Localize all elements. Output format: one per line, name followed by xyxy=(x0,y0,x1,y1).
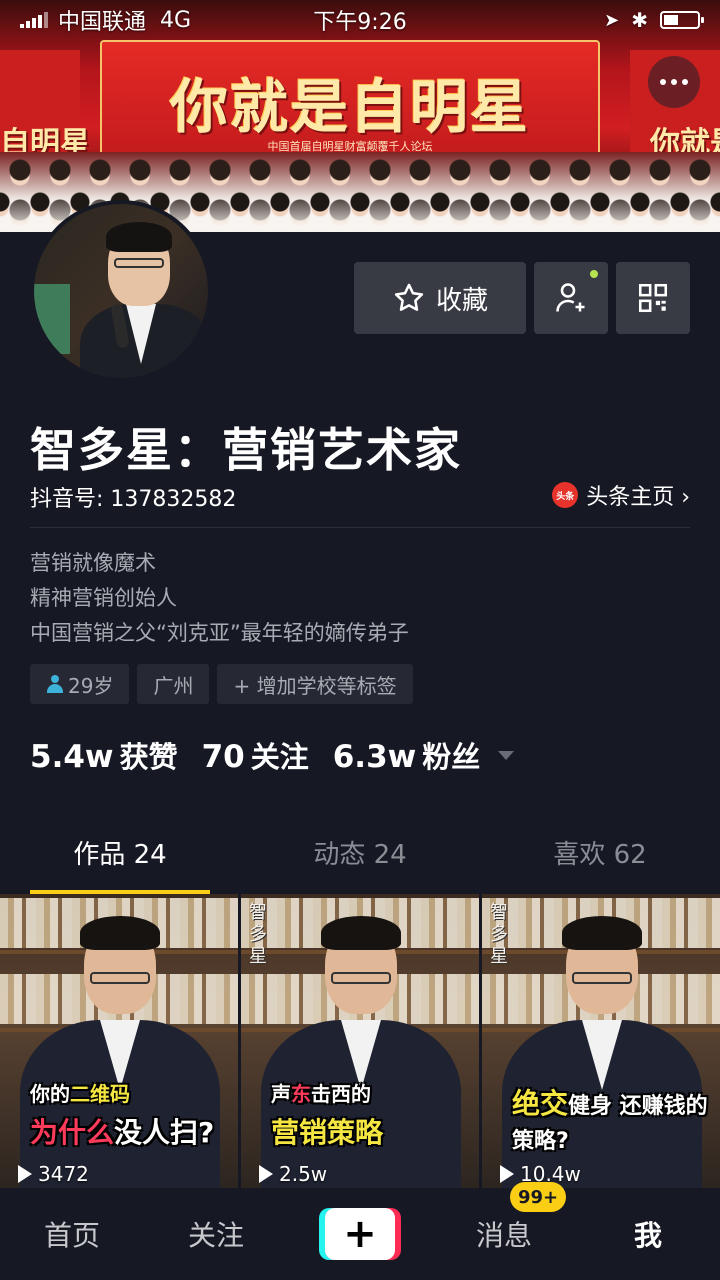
toutiao-homepage-link[interactable]: 头条 头条主页 › xyxy=(552,479,690,511)
avatar[interactable] xyxy=(30,200,212,382)
nav-messages-label: 消息 xyxy=(475,1219,532,1252)
video-watermark: 智多星 xyxy=(249,902,267,967)
battery-icon xyxy=(660,11,704,29)
toutiao-link-label: 头条主页 › xyxy=(586,485,690,510)
likes-stat: 5.4w 获赞 xyxy=(30,734,178,776)
qr-code-icon xyxy=(638,283,668,313)
more-dots-icon xyxy=(660,79,666,85)
location-label: 广州 xyxy=(153,673,194,698)
likes-count: 5.4w xyxy=(30,739,114,775)
profile-name: 智多星：营销艺术家 xyxy=(30,423,462,477)
location-tag: 广州 xyxy=(137,664,210,704)
nav-home[interactable]: 首页 xyxy=(0,1214,144,1254)
caption-text: 击西的 xyxy=(311,1082,371,1106)
cover-stage-banner: 你就是自明星 中国首届自明星财富颠覆千人论坛 xyxy=(100,40,600,160)
carrier-label: 中国联通 xyxy=(58,10,147,35)
video-thumbnail[interactable]: 智多星 绝交健身 还赚钱的策略? 10.4w xyxy=(482,894,720,1188)
toutiao-logo-icon: 头条 xyxy=(552,482,579,508)
signal-icon xyxy=(20,12,48,28)
nav-follow[interactable]: 关注 xyxy=(144,1214,288,1254)
play-count: 2.5w xyxy=(259,1162,327,1186)
age-label: 29岁 xyxy=(68,673,114,698)
caption-highlight: 为什么 xyxy=(30,1116,115,1149)
play-count-value: 2.5w xyxy=(279,1162,328,1186)
video-caption: 绝交健身 还赚钱的策略? xyxy=(512,1078,710,1155)
video-thumbnail[interactable]: 你的二维码 为什么没人扫? 3472 xyxy=(0,894,238,1188)
person-icon xyxy=(46,675,64,693)
bottom-navigation: 首页 关注 + 消息 99+ 我 xyxy=(0,1182,720,1280)
following-count: 70 xyxy=(201,739,245,775)
plus-icon: + xyxy=(319,1208,401,1260)
video-caption: 声东击西的 营销策略 xyxy=(271,1078,469,1151)
favorite-button[interactable]: 收藏 xyxy=(354,262,526,334)
profile-bio: 营销就像魔术 精神营销创始人 中国营销之父“刘克亚”最年轻的嫡传弟子 xyxy=(30,546,409,651)
video-grid: 你的二维码 为什么没人扫? 3472 智多星 声东击西的 营销策略 2.5w 智… xyxy=(0,894,720,1188)
bio-line: 中国营销之父“刘克亚”最年轻的嫡传弟子 xyxy=(30,621,409,645)
nav-me[interactable]: 我 xyxy=(576,1214,720,1254)
play-icon xyxy=(259,1165,273,1183)
profile-actions: 收藏 xyxy=(354,262,690,334)
following-stat[interactable]: 70 关注 xyxy=(202,734,309,776)
divider xyxy=(30,527,690,528)
new-indicator-dot xyxy=(590,270,598,278)
caption-text: 你的 xyxy=(30,1082,70,1106)
bluetooth-icon: ✱ xyxy=(631,8,648,32)
video-thumbnail[interactable]: 智多星 声东击西的 营销策略 2.5w xyxy=(241,894,479,1188)
location-icon: ➤ xyxy=(604,9,620,31)
caption-highlight: 绝交 xyxy=(512,1087,569,1120)
qr-code-button[interactable] xyxy=(616,262,690,334)
play-icon xyxy=(18,1165,32,1183)
profile-stats: 5.4w 获赞 70 关注 6.3w 粉丝 xyxy=(30,734,515,776)
tab-posts[interactable]: 动态 24 xyxy=(240,820,480,894)
tab-likes[interactable]: 喜欢 62 xyxy=(480,820,720,894)
profile-tags: 29岁 广州 + 增加学校等标签 xyxy=(30,664,413,704)
caret-down-icon[interactable] xyxy=(498,750,515,760)
bio-line: 精神营销创始人 xyxy=(30,586,177,610)
create-video-button[interactable]: + xyxy=(288,1208,432,1260)
favorite-label: 收藏 xyxy=(435,285,488,316)
followers-stat[interactable]: 6.3w 粉丝 xyxy=(333,734,481,776)
nav-messages[interactable]: 消息 99+ xyxy=(432,1182,576,1254)
followers-count: 6.3w xyxy=(332,739,417,775)
video-caption: 你的二维码 为什么没人扫? xyxy=(30,1078,228,1151)
plus-label: + xyxy=(325,1208,395,1260)
content-tabs: 作品 24 动态 24 喜欢 62 xyxy=(0,820,720,894)
caption-highlight: 二维码 xyxy=(70,1082,130,1106)
add-school-tag-button[interactable]: + 增加学校等标签 xyxy=(217,664,413,704)
play-count-value: 3472 xyxy=(38,1162,89,1186)
cover-slogan: 你就是自明星 xyxy=(169,73,530,141)
add-school-label: + 增加学校等标签 xyxy=(233,673,397,698)
messages-badge: 99+ xyxy=(510,1182,567,1212)
bio-line: 营销就像魔术 xyxy=(30,551,156,575)
star-icon xyxy=(394,283,424,311)
age-tag: 29岁 xyxy=(30,664,130,704)
caption-text: 声 xyxy=(271,1082,291,1106)
followers-label: 粉丝 xyxy=(422,740,481,774)
caption-highlight: 东 xyxy=(291,1082,311,1106)
more-options-button[interactable] xyxy=(648,56,700,108)
add-friend-button[interactable] xyxy=(534,262,608,334)
video-watermark: 智多星 xyxy=(490,902,508,967)
douyin-id: 抖音号: 137832582 xyxy=(30,487,237,512)
caption-highlight: 营销策略 xyxy=(271,1116,384,1149)
likes-label: 获赞 xyxy=(119,740,178,774)
network-label: 4G xyxy=(160,7,192,33)
following-label: 关注 xyxy=(250,740,309,774)
add-user-icon xyxy=(556,283,585,312)
status-bar: 中国联通 4G 下午9:26 ➤ ✱ xyxy=(0,0,720,40)
play-count: 3472 xyxy=(18,1162,89,1186)
play-icon xyxy=(500,1165,514,1183)
tab-works[interactable]: 作品 24 xyxy=(0,820,240,894)
caption-text: 没人扫? xyxy=(114,1116,215,1149)
